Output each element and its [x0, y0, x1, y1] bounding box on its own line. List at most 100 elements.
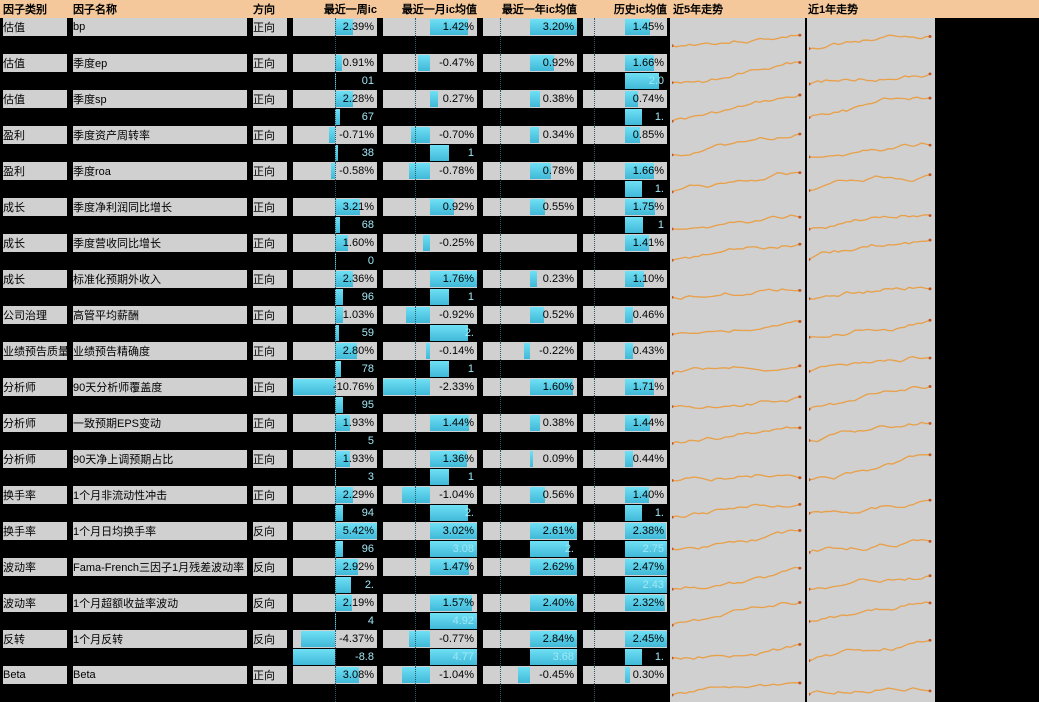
cell-direction: 反向 [250, 522, 290, 558]
table-row: 分析师90天净上调预期占比正向1.93%31.36%10.09%0.44% [0, 450, 1039, 486]
table-row: 盈利季度资产周转率正向-0.71%38-0.70%10.34%0.85% [0, 126, 1039, 162]
header-trend1y: 近1年走势 [805, 1, 935, 17]
cell-category: 估值 [0, 90, 70, 126]
bar-cell: 2.61%2. [480, 522, 580, 558]
bar-cell: 0.52% [480, 306, 580, 342]
ic-sub: 2. [465, 504, 474, 522]
bar-cell: 0.85% [580, 126, 670, 162]
cell-category: 反转 [0, 630, 70, 666]
sparkline-1y [805, 18, 935, 54]
ic-sub: 2.43 [643, 576, 664, 594]
ic-value: -2.33% [439, 378, 474, 396]
ic-sub: 4 [368, 612, 374, 630]
bar-cell: -2.33% [380, 378, 480, 414]
ic-value: -10.76% [333, 378, 374, 396]
sparkline-5y [670, 414, 805, 450]
bar-cell: 3.08% [290, 666, 380, 702]
bar-cell: 2.39% [290, 18, 380, 54]
bar-cell: 1.45% [580, 18, 670, 54]
sparkline-5y [670, 234, 805, 270]
ic-value: 0.38% [543, 414, 574, 432]
ic-value: 0.23% [543, 270, 574, 288]
ic-value: 1.44% [633, 414, 664, 432]
bar-cell: 1.42% [380, 18, 480, 54]
ic-sub: 96 [362, 288, 374, 306]
header-week-ic: 最近一周ic [290, 1, 380, 17]
cell-name: 一致预期EPS变动 [70, 414, 250, 450]
ic-value: 0.92% [543, 54, 574, 72]
ic-value: -0.78% [439, 162, 474, 180]
ic-value: 1.36% [443, 450, 474, 468]
bar-cell: 0.09% [480, 450, 580, 486]
bar-cell: -0.92%2. [380, 306, 480, 342]
bar-cell: 2.47%2.43 [580, 558, 670, 594]
ic-value: 1.10% [633, 270, 664, 288]
ic-value: 2.47% [633, 558, 664, 576]
sparkline-1y [805, 378, 935, 414]
sparkline-5y [670, 558, 805, 594]
cell-direction: 正向 [250, 342, 290, 378]
cell-category: 成长 [0, 270, 70, 306]
bar-cell: 3.20% [480, 18, 580, 54]
bar-cell: 1.93%5 [290, 414, 380, 450]
bar-cell: -0.45% [480, 666, 580, 702]
bar-cell: -0.77%4.77 [380, 630, 480, 666]
cell-category: 换手率 [0, 522, 70, 558]
table-row: 分析师90天分析师覆盖度正向-10.76%95-2.33%1.60%1.71% [0, 378, 1039, 414]
bar-cell: 0.56% [480, 486, 580, 522]
ic-value: 1.71% [633, 378, 664, 396]
bar-cell: 1.66%2.0 [580, 54, 670, 90]
cell-name: Fama-French三因子1月残差波动率 [70, 558, 250, 594]
bar-cell: 0.34% [480, 126, 580, 162]
bar-cell: 2.36%96 [290, 270, 380, 306]
ic-sub: 1. [655, 108, 664, 126]
table-row: 换手率1个月非流动性冲击正向2.29%94-1.04%2.0.56%1.40%1… [0, 486, 1039, 522]
ic-value: 0.27% [443, 90, 474, 108]
table-row: 估值bp正向2.39%1.42%3.20%1.45% [0, 18, 1039, 54]
cell-direction: 正向 [250, 414, 290, 450]
table-row: 公司治理高管平均薪酬正向1.03%59-0.92%2.0.52%0.46% [0, 306, 1039, 342]
ic-value: 0.56% [543, 486, 574, 504]
table-row: BetaBeta正向3.08%-1.04%-0.45%0.30% [0, 666, 1039, 702]
cell-category: 业绩预告质量 [0, 342, 70, 378]
table-row: 成长季度营收同比增长正向1.60%0-0.25%1.41% [0, 234, 1039, 270]
bar-cell: 5.42%96 [290, 522, 380, 558]
bar-cell: -0.58% [290, 162, 380, 198]
ic-value: 0.44% [633, 450, 664, 468]
ic-value: -0.70% [439, 126, 474, 144]
ic-value: 2.38% [633, 522, 664, 540]
ic-sub: 4.92 [453, 612, 474, 630]
bar-cell: 2.84%3.68 [480, 630, 580, 666]
ic-sub: 0 [368, 252, 374, 270]
bar-cell [480, 234, 580, 270]
cell-direction: 正向 [250, 198, 290, 234]
bar-cell: 0.27% [380, 90, 480, 126]
header-category: 因子类别 [0, 1, 70, 17]
table-body: 估值bp正向2.39%1.42%3.20%1.45%估值季度ep正向0.91%0… [0, 18, 1039, 702]
ic-sub: 2. [365, 576, 374, 594]
ic-value: 2.39% [343, 18, 374, 36]
ic-value: 2.36% [343, 270, 374, 288]
sparkline-5y [670, 306, 805, 342]
ic-value: -0.71% [339, 126, 374, 144]
ic-value: 1.60% [343, 234, 374, 252]
table-row: 分析师一致预期EPS变动正向1.93%51.44%0.38%1.44% [0, 414, 1039, 450]
ic-sub: 4.77 [453, 648, 474, 666]
ic-value: 2.80% [343, 342, 374, 360]
ic-value: -0.22% [539, 342, 574, 360]
ic-value: 2.19% [343, 594, 374, 612]
ic-value: -4.37% [339, 630, 374, 648]
cell-category: 成长 [0, 198, 70, 234]
bar-cell: -1.04% [380, 666, 480, 702]
ic-value: 0.30% [633, 666, 664, 684]
table-row: 估值季度ep正向0.91%01-0.47%0.92%1.66%2.0 [0, 54, 1039, 90]
sparkline-5y [670, 54, 805, 90]
sparkline-5y [670, 450, 805, 486]
ic-value: 1.47% [443, 558, 474, 576]
ic-value: 2.62% [543, 558, 574, 576]
ic-value: -0.25% [439, 234, 474, 252]
cell-name: 1个月日均换手率 [70, 522, 250, 558]
cell-category: 公司治理 [0, 306, 70, 342]
sparkline-5y [670, 162, 805, 198]
cell-name: 季度营收同比增长 [70, 234, 250, 270]
